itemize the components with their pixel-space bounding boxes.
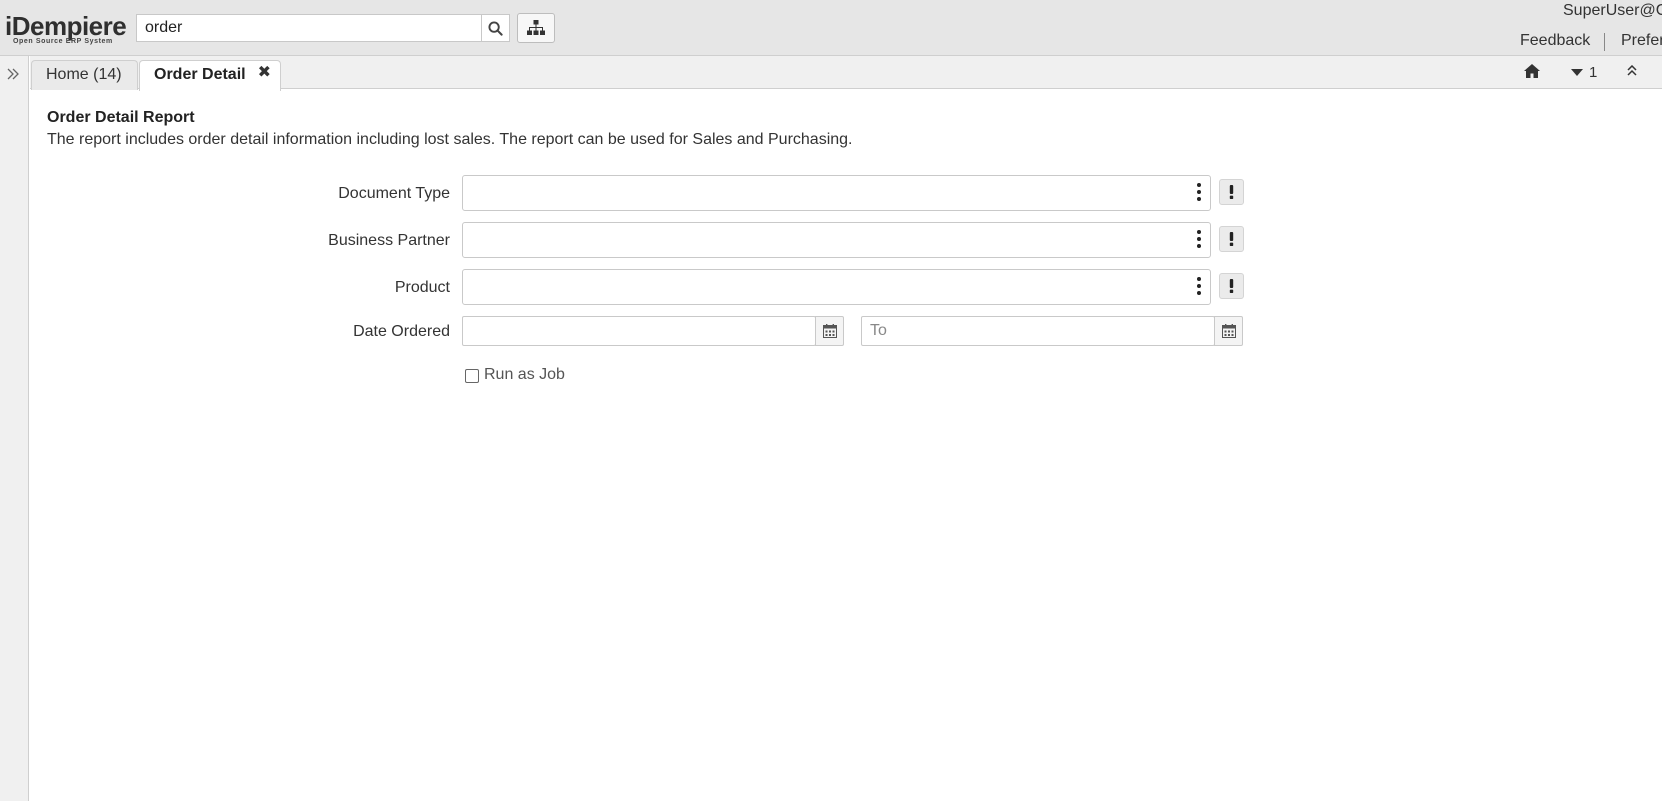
- product-label: Product: [394, 279, 450, 296]
- date-ordered-to-input[interactable]: To: [861, 316, 1215, 346]
- menu-tree-button[interactable]: [517, 13, 555, 43]
- business-partner-field[interactable]: [462, 222, 1211, 258]
- menu-tree-icon: [527, 20, 545, 35]
- run-as-job-checkbox[interactable]: [465, 369, 479, 383]
- date-ordered-from-input[interactable]: [462, 316, 816, 346]
- document-type-info-button[interactable]: [1219, 179, 1244, 205]
- feedback-link[interactable]: Feedback: [1520, 32, 1590, 50]
- expand-icon[interactable]: [7, 68, 20, 80]
- search-input[interactable]: [136, 14, 482, 42]
- close-icon[interactable]: ✖: [258, 59, 271, 87]
- document-type-field[interactable]: [462, 175, 1211, 211]
- kebab-icon[interactable]: [1197, 230, 1201, 248]
- logo-text: iDempiere: [5, 11, 127, 41]
- search-icon: [488, 20, 503, 36]
- calendar-icon: [822, 324, 837, 338]
- window-dropdown[interactable]: 1: [1571, 64, 1597, 81]
- preferences-link[interactable]: Prefer: [1621, 32, 1662, 50]
- exclamation-icon: [1229, 232, 1234, 246]
- report-description: The report includes order detail informa…: [47, 131, 853, 148]
- date-ordered-to-calendar-button[interactable]: [1214, 316, 1243, 346]
- exclamation-icon: [1229, 185, 1234, 199]
- west-panel: [0, 56, 29, 801]
- product-field[interactable]: [462, 269, 1211, 305]
- tab-home-label: Home (14): [46, 66, 122, 83]
- tab-home[interactable]: Home (14): [31, 60, 138, 90]
- collapse-up-icon[interactable]: [1626, 65, 1638, 76]
- product-info-button[interactable]: [1219, 273, 1244, 299]
- report-title: Order Detail Report: [47, 109, 195, 126]
- date-ordered-from-calendar-button[interactable]: [815, 316, 844, 346]
- header: iDempiere Open Source ERP System SuperUs…: [0, 0, 1662, 56]
- run-as-job-label[interactable]: Run as Job: [484, 366, 565, 384]
- user-name[interactable]: SuperUser@G: [1563, 2, 1662, 20]
- tab-bar: Home (14) Order Detail ✖ 1: [30, 56, 1662, 91]
- date-ordered-label: Date Ordered: [353, 323, 450, 340]
- kebab-icon[interactable]: [1197, 183, 1201, 201]
- business-partner-label: Business Partner: [328, 232, 450, 249]
- window-count: 1: [1589, 64, 1598, 81]
- caret-down-icon: [1571, 68, 1583, 76]
- header-separator: [1604, 33, 1605, 51]
- home-icon[interactable]: [1524, 64, 1540, 78]
- calendar-icon: [1221, 324, 1236, 338]
- business-partner-info-button[interactable]: [1219, 226, 1244, 252]
- search-button[interactable]: [482, 14, 510, 42]
- exclamation-icon: [1229, 279, 1234, 293]
- tab-order-detail[interactable]: Order Detail ✖: [139, 60, 281, 91]
- logo-tagline: Open Source ERP System: [13, 38, 113, 45]
- app-logo[interactable]: iDempiere Open Source ERP System: [5, 12, 132, 46]
- tab-order-detail-label: Order Detail: [154, 66, 246, 83]
- document-type-label: Document Type: [338, 185, 450, 202]
- kebab-icon[interactable]: [1197, 277, 1201, 295]
